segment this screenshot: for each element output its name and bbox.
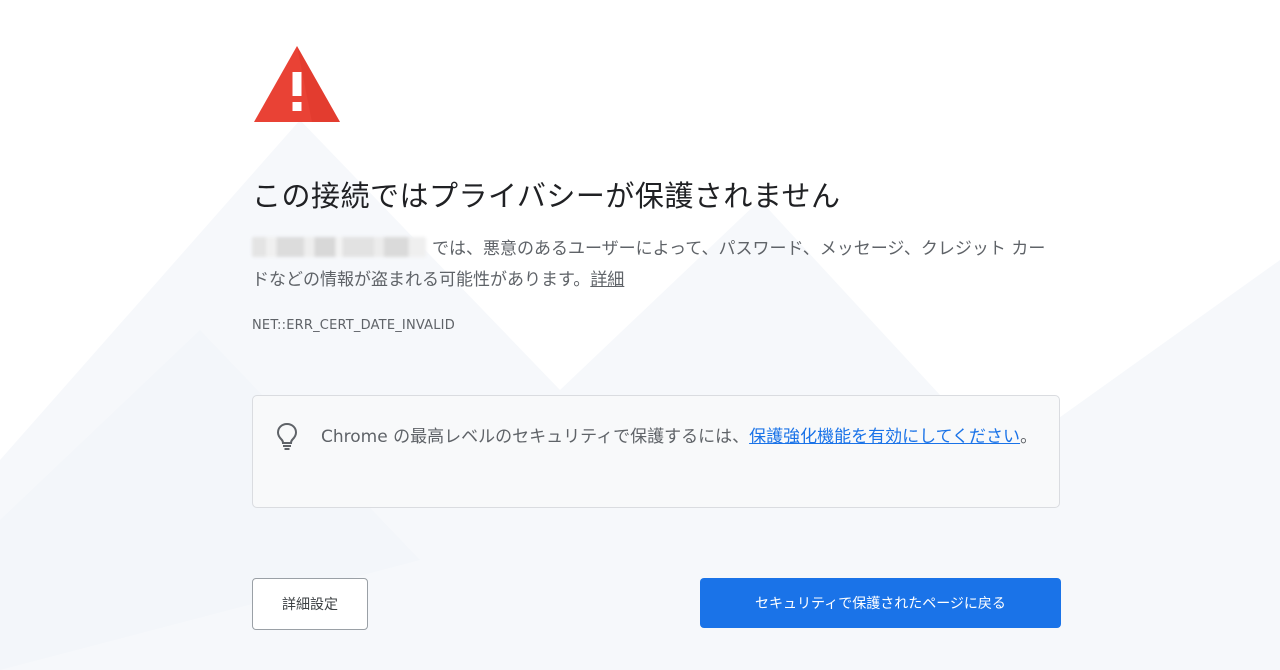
enhanced-protection-link[interactable]: 保護強化機能を有効にしてください	[749, 427, 1020, 447]
advanced-button[interactable]: 詳細設定	[252, 578, 368, 630]
enhanced-protection-text: Chrome の最高レベルのセキュリティで保護するには、保護強化機能を有効にして…	[321, 422, 1041, 452]
warning-triangle-icon	[254, 46, 340, 122]
warning-message: では、悪意のあるユーザーによって、パスワード、メッセージ、クレジット カードなど…	[252, 234, 1062, 296]
enhanced-protection-suffix: 。	[1020, 427, 1038, 447]
blurred-hostname	[252, 237, 426, 257]
enhanced-protection-box: Chrome の最高レベルのセキュリティで保護するには、保護強化機能を有効にして…	[252, 395, 1060, 508]
main-content: この接続ではプライバシーが保護されません では、悪意のあるユーザーによって、パス…	[252, 44, 1062, 333]
lightbulb-icon	[276, 422, 298, 450]
enhanced-protection-prefix: Chrome の最高レベルのセキュリティで保護するには、	[321, 427, 750, 447]
error-code: NET::ERR_CERT_DATE_INVALID	[252, 318, 455, 333]
page-title: この接続ではプライバシーが保護されません	[252, 179, 841, 213]
interstitial-page: この接続ではプライバシーが保護されません では、悪意のあるユーザーによって、パス…	[0, 0, 1280, 670]
back-to-safety-button[interactable]: セキュリティで保護されたページに戻る	[700, 578, 1061, 628]
details-link[interactable]: 詳細	[590, 270, 624, 290]
